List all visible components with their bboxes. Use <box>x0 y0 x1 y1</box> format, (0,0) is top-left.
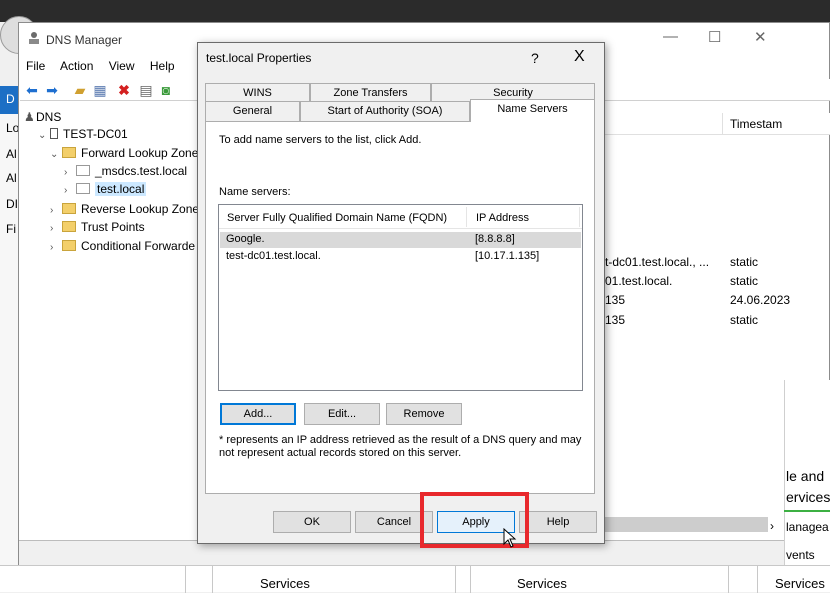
services-link[interactable]: Services <box>775 576 825 591</box>
menu-help[interactable]: Help <box>150 59 175 73</box>
record-timestamp: 24.06.2023 <box>730 293 791 307</box>
left-nav-selected-item[interactable]: D <box>0 86 18 114</box>
help-icon[interactable]: ? <box>531 50 539 66</box>
menu-file[interactable]: File <box>26 59 45 73</box>
chevron-right-icon[interactable]: › <box>64 167 76 178</box>
services-strip <box>0 565 830 593</box>
tile-text: le and <box>786 468 825 484</box>
show-hide-tree-icon[interactable]: ▦ <box>92 82 108 98</box>
left-nav-item[interactable]: DI <box>6 197 18 211</box>
status-green-line <box>784 510 830 512</box>
dialog-close-icon[interactable]: X <box>574 48 585 66</box>
chevron-down-icon[interactable]: ⌄ <box>50 149 62 160</box>
horizontal-scrollbar[interactable] <box>603 517 768 532</box>
menu-view[interactable]: View <box>109 59 135 73</box>
dns-server-icon: ♟ <box>24 110 35 124</box>
record-timestamp: static <box>730 274 759 288</box>
left-nav-item[interactable]: Al <box>6 147 17 161</box>
server-icon <box>50 128 58 139</box>
tile-link[interactable]: lanagea <box>786 520 829 534</box>
left-nav-item[interactable]: Al <box>6 171 17 185</box>
menu-bar: File Action View Help <box>26 59 187 73</box>
dialog-title: test.local Properties <box>206 51 312 65</box>
chevron-down-icon[interactable]: ⌄ <box>38 130 50 141</box>
maximize-icon[interactable]: ☐ <box>708 28 721 46</box>
folder-icon <box>62 221 76 232</box>
left-nav-item[interactable]: Fi <box>6 222 16 236</box>
record-data: 01.test.local. <box>605 274 673 288</box>
tile-link[interactable]: vents <box>786 548 815 562</box>
services-link[interactable]: Services <box>260 576 310 591</box>
chevron-right-icon[interactable]: › <box>50 205 62 216</box>
ok-button[interactable]: OK <box>273 511 351 533</box>
list-row[interactable]: test-dc01.test.local. [10.17.1.135] <box>220 249 581 265</box>
column-header-timestamp[interactable]: Timestam <box>730 117 782 131</box>
tab-general[interactable]: General <box>205 101 300 121</box>
folder-icon <box>62 203 76 214</box>
column-header-ip[interactable]: IP Address <box>476 212 529 224</box>
dns-app-icon <box>27 31 41 45</box>
record-timestamp: static <box>730 313 759 327</box>
record-data: 135 <box>605 313 626 327</box>
tree-item-conditional-forwarders[interactable]: › Conditional Forwarde <box>50 239 195 253</box>
row-ip: [8.8.8.8] <box>475 233 515 245</box>
row-fqdn: Google. <box>226 233 265 245</box>
menu-action[interactable]: Action <box>60 59 93 73</box>
tree-item-dns[interactable]: ♟DNS <box>24 110 61 124</box>
tree-item-reverse-lookup-zones[interactable]: › Reverse Lookup Zone <box>50 202 199 216</box>
column-divider <box>722 113 723 135</box>
console-tree: ♟DNS ⌄ TEST-DC01 ⌄ Forward Lookup Zone › _m… <box>20 101 200 541</box>
properties-icon[interactable]: ▤ <box>138 82 154 98</box>
services-link[interactable]: Services <box>517 576 567 591</box>
delete-icon[interactable]: ✖ <box>116 82 132 98</box>
row-ip: [10.17.1.135] <box>475 250 540 262</box>
name-servers-label: Name servers: <box>219 186 291 198</box>
tree-item-server[interactable]: ⌄ TEST-DC01 <box>38 127 128 141</box>
record-data: 135 <box>605 293 626 307</box>
tree-item-msdcs[interactable]: › _msdcs.test.local <box>64 164 187 178</box>
up-folder-icon[interactable]: ▰ <box>72 82 88 98</box>
refresh-icon[interactable]: ◙ <box>158 82 174 98</box>
records-list-header: Timestam <box>603 113 830 135</box>
tab-soa[interactable]: Start of Authority (SOA) <box>300 101 470 121</box>
tab-zone-transfers[interactable]: Zone Transfers <box>310 83 431 103</box>
tab-wins[interactable]: WINS <box>205 83 310 103</box>
add-button[interactable]: Add... <box>220 403 296 425</box>
record-data: t-dc01.test.local., ... <box>605 255 710 269</box>
chevron-right-icon[interactable]: › <box>50 223 62 234</box>
chevron-right-icon[interactable]: › <box>50 242 62 253</box>
folder-icon <box>62 147 76 158</box>
mouse-cursor-icon <box>503 527 517 548</box>
edit-button[interactable]: Edit... <box>304 403 380 425</box>
dns-window-title: DNS Manager <box>46 33 123 47</box>
row-fqdn: test-dc01.test.local. <box>226 250 321 262</box>
zone-icon <box>76 165 90 176</box>
help-button[interactable]: Help <box>519 511 597 533</box>
tree-item-forward-lookup-zones[interactable]: ⌄ Forward Lookup Zone <box>50 146 198 160</box>
note-text: * represents an IP address retrieved as … <box>219 434 582 446</box>
tile-text: ervices <box>786 489 830 505</box>
chevron-right-icon[interactable]: › <box>64 185 76 196</box>
intro-text: To add name servers to the list, click A… <box>219 134 422 146</box>
minimize-icon[interactable]: — <box>663 28 678 45</box>
back-arrow-icon[interactable]: ⬅ <box>24 82 40 98</box>
tab-name-servers[interactable]: Name Servers <box>470 99 595 122</box>
close-icon[interactable]: ✕ <box>754 28 767 46</box>
tree-item-test-local[interactable]: › test.local <box>64 182 147 196</box>
tree-item-trust-points[interactable]: › Trust Points <box>50 220 145 234</box>
chevron-right-icon[interactable]: › <box>770 519 774 533</box>
column-header-fqdn[interactable]: Server Fully Qualified Domain Name (FQDN… <box>227 212 447 224</box>
list-row[interactable]: Google. [8.8.8.8] <box>220 232 581 248</box>
folder-icon <box>62 240 76 251</box>
record-timestamp: static <box>730 255 759 269</box>
note-text: not represent actual records stored on t… <box>219 447 462 459</box>
forward-arrow-icon[interactable]: ➡ <box>44 82 60 98</box>
remove-button[interactable]: Remove <box>386 403 462 425</box>
zone-icon <box>76 183 90 194</box>
desktop-top-strip <box>0 0 830 22</box>
